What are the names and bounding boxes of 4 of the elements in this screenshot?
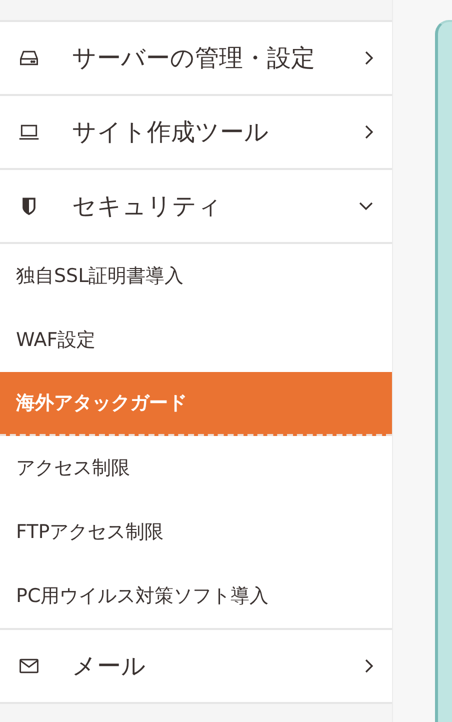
chevron-down-icon — [358, 201, 374, 211]
chevron-right-icon — [364, 658, 374, 674]
chevron-right-icon — [364, 124, 374, 140]
chevron-right-icon — [364, 50, 374, 66]
